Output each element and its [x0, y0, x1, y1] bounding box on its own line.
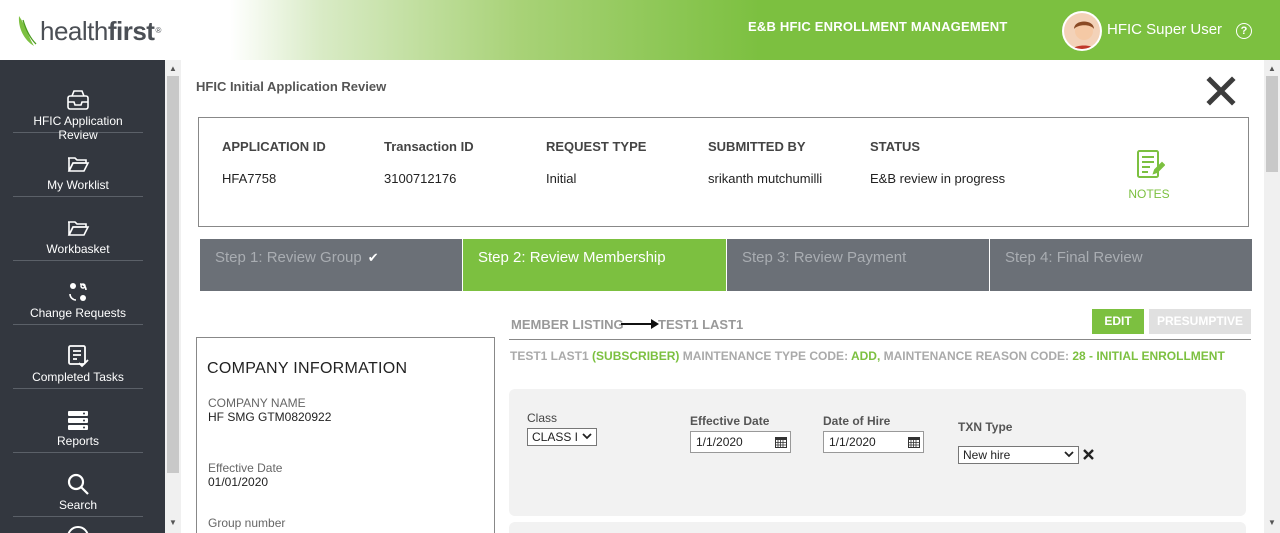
- step-final-review[interactable]: Step 4: Final Review: [990, 239, 1252, 291]
- notes-label: NOTES: [1128, 187, 1170, 201]
- maintenance-reason-value: 28 - INITIAL ENROLLMENT: [1072, 349, 1225, 363]
- chevron-down-icon: [582, 433, 592, 440]
- logo-trademark: ®: [155, 26, 161, 35]
- sidebar-item-label: My Worklist: [47, 178, 109, 192]
- step-label: Step 3: Review Payment: [742, 249, 907, 266]
- maintenance-type-label: MAINTENANCE TYPE CODE:: [682, 349, 849, 363]
- user-avatar[interactable]: [1062, 11, 1102, 51]
- more-nav-icon[interactable]: [67, 526, 89, 533]
- step-label: Step 2: Review Membership: [478, 249, 666, 266]
- maintenance-reason-label: MAINTENANCE REASON CODE:: [883, 349, 1069, 363]
- leaf-logo-icon: [18, 16, 37, 46]
- company-information-panel: COMPANY INFORMATION COMPANY NAME HF SMG …: [196, 337, 495, 533]
- submitted-by-value: srikanth mutchumilli: [708, 171, 823, 186]
- date-of-hire-input[interactable]: 1/1/2020: [823, 431, 924, 453]
- effective-date-input[interactable]: 1/1/2020: [690, 431, 791, 453]
- change-requests-icon: [69, 283, 87, 301]
- sidebar-item-hfic-application-review[interactable]: HFIC Application Review: [13, 68, 143, 142]
- chevron-down-icon: [1064, 451, 1074, 458]
- submitted-by-header: SUBMITTED BY: [708, 139, 806, 154]
- group-number-label: Group number: [208, 516, 286, 530]
- step-label: Step 4: Final Review: [1005, 249, 1143, 266]
- search-icon: [67, 473, 89, 495]
- presumptive-button[interactable]: PRESUMPTIVE: [1149, 309, 1251, 334]
- txn-type-value: New hire: [963, 448, 1011, 462]
- page-title: HFIC Initial Application Review: [196, 79, 387, 94]
- folder-open-icon: [67, 221, 90, 236]
- checkmark-icon: ✔: [367, 250, 379, 265]
- company-name-value: HF SMG GTM0820922: [208, 410, 332, 424]
- class-label: Class: [527, 411, 558, 425]
- transaction-id-value: 3100712176: [384, 171, 457, 186]
- sidebar-item-my-worklist[interactable]: My Worklist: [13, 132, 143, 197]
- txn-type-label: TXN Type: [958, 420, 1013, 434]
- txn-type-select[interactable]: New hire: [958, 446, 1079, 464]
- status-value: E&B review in progress: [870, 171, 1006, 186]
- sidebar: HFIC Application Review My Worklist Work…: [0, 60, 165, 533]
- breadcrumb-member-name: TEST1 LAST1: [658, 317, 744, 332]
- logo-text-bold: first: [107, 16, 155, 46]
- sidebar-item-label: Change Requests: [29, 306, 127, 320]
- member-maintenance-info: TEST1 LAST1 (SUBSCRIBER) MAINTENANCE TYP…: [510, 349, 1225, 363]
- step-review-membership[interactable]: Step 2: Review Membership: [463, 239, 726, 291]
- sidebar-item-label: Reports: [56, 434, 100, 448]
- effective-date-value: 1/1/2020: [696, 435, 743, 449]
- maintenance-type-value: ADD,: [850, 349, 881, 363]
- member-form-panel-next: [509, 522, 1246, 533]
- step-label: Step 1: Review Group: [215, 249, 362, 266]
- company-information-heading: COMPANY INFORMATION: [207, 360, 408, 377]
- request-type-value: Initial: [546, 171, 577, 186]
- user-name[interactable]: HFIC Super User: [1107, 21, 1222, 38]
- completed-tasks-icon: [68, 345, 89, 368]
- effective-date-label: Effective Date: [690, 414, 770, 428]
- scroll-up-icon[interactable]: ▲: [1264, 64, 1280, 73]
- company-effective-date-label: Effective Date: [208, 461, 283, 475]
- healthfirst-logo[interactable]: healthfirst®: [16, 12, 161, 50]
- sidebar-item-workbasket[interactable]: Workbasket: [13, 196, 143, 261]
- company-name-label: COMPANY NAME: [208, 396, 306, 410]
- class-select[interactable]: CLASS I: [527, 428, 597, 446]
- date-of-hire-value: 1/1/2020: [829, 435, 876, 449]
- step-review-group[interactable]: Step 1: Review Group ✔: [200, 239, 462, 291]
- reports-icon: [68, 411, 88, 430]
- request-type-header: REQUEST TYPE: [546, 139, 647, 154]
- date-of-hire-label: Date of Hire: [823, 414, 891, 428]
- scroll-down-icon[interactable]: ▼: [1264, 518, 1280, 527]
- edit-button[interactable]: EDIT: [1092, 309, 1144, 334]
- help-icon[interactable]: ?: [1236, 23, 1252, 39]
- member-listing-link[interactable]: MEMBER LISTING: [511, 317, 624, 332]
- application-id-value: HFA7758: [222, 171, 277, 186]
- notes-button[interactable]: NOTES: [1127, 148, 1171, 201]
- app-title: E&B HFIC ENROLLMENT MANAGEMENT: [748, 19, 1008, 34]
- sidebar-item-reports[interactable]: Reports: [13, 388, 143, 453]
- divider: [509, 339, 1251, 340]
- calendar-icon[interactable]: [907, 435, 921, 449]
- application-summary: APPLICATION ID Transaction ID REQUEST TY…: [198, 117, 1249, 227]
- status-header: STATUS: [870, 139, 921, 154]
- sidebar-item-search[interactable]: Search: [13, 452, 143, 517]
- sidebar-item-label: Search: [58, 498, 98, 512]
- calendar-icon[interactable]: [774, 435, 788, 449]
- class-select-value: CLASS I: [532, 430, 579, 444]
- close-icon[interactable]: [1206, 76, 1236, 106]
- sidebar-item-completed-tasks[interactable]: Completed Tasks: [13, 324, 143, 389]
- sidebar-scroll-thumb[interactable]: [167, 76, 179, 473]
- sidebar-item-change-requests[interactable]: Change Requests: [13, 260, 143, 325]
- company-effective-date-value: 01/01/2020: [208, 475, 269, 489]
- logo-text-light: health: [40, 16, 108, 46]
- inbox-icon: [67, 90, 89, 110]
- step-review-payment[interactable]: Step 3: Review Payment: [727, 239, 989, 291]
- main-scroll-thumb[interactable]: [1266, 76, 1278, 172]
- member-role: (SUBSCRIBER): [592, 349, 680, 363]
- clear-txn-type-icon[interactable]: [1082, 448, 1095, 461]
- scroll-down-icon[interactable]: ▼: [165, 518, 181, 527]
- sidebar-item-label: Workbasket: [46, 242, 110, 256]
- member-name: TEST1 LAST1: [510, 349, 589, 363]
- folder-open-icon: [67, 157, 90, 172]
- application-id-header: APPLICATION ID: [222, 139, 326, 154]
- sidebar-item-label: Completed Tasks: [32, 370, 124, 384]
- transaction-id-header: Transaction ID: [384, 139, 474, 154]
- scroll-up-icon[interactable]: ▲: [165, 64, 181, 73]
- notes-icon: [1137, 150, 1166, 178]
